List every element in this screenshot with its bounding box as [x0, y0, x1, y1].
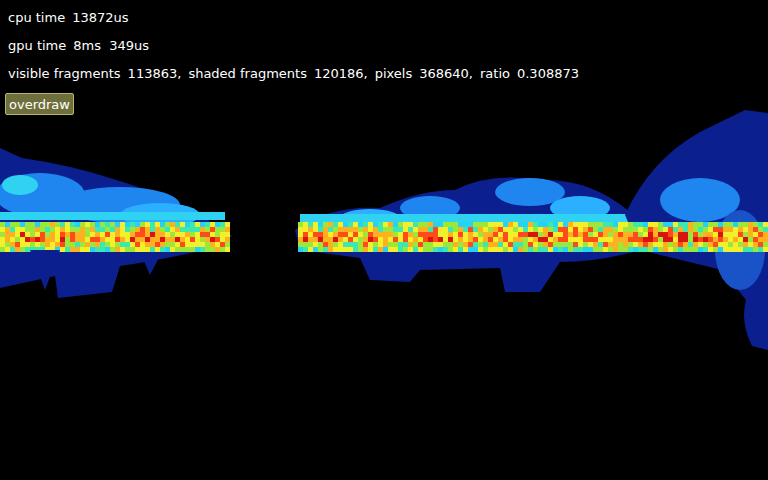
- stats-overlay: cpu time13872usgpu time8ms 349usvisible …: [0, 0, 587, 115]
- stat-value: 8ms 349us: [73, 32, 149, 60]
- overdraw-button[interactable]: overdraw: [5, 93, 74, 115]
- stat-value: 120186,: [314, 60, 368, 88]
- stat-value: 368640,: [419, 60, 473, 88]
- stat-label: shaded fragments: [188, 60, 307, 88]
- stat-pair: shaded fragments120186,: [188, 60, 367, 88]
- stat-label: pixels: [375, 60, 413, 88]
- stat-label: cpu time: [8, 4, 65, 32]
- stat-label: ratio: [480, 60, 510, 88]
- stat-pair: ratio0.308873: [480, 60, 579, 88]
- stat-line: gpu time8ms 349us: [8, 32, 149, 60]
- stat-pair: visible fragments113863,: [8, 60, 181, 88]
- stat-pair: pixels368640,: [375, 60, 473, 88]
- stat-pair: gpu time8ms 349us: [8, 32, 149, 60]
- stat-line: cpu time13872us: [8, 4, 129, 32]
- stat-label: gpu time: [8, 32, 66, 60]
- stat-line: visible fragments113863,shaded fragments…: [8, 60, 579, 88]
- stat-value: 113863,: [128, 60, 182, 88]
- stat-pair: cpu time13872us: [8, 4, 129, 32]
- stat-value: 0.308873: [517, 60, 579, 88]
- render-viewport: cpu time13872usgpu time8ms 349usvisible …: [0, 0, 768, 480]
- stat-label: visible fragments: [8, 60, 121, 88]
- stat-value: 13872us: [72, 4, 128, 32]
